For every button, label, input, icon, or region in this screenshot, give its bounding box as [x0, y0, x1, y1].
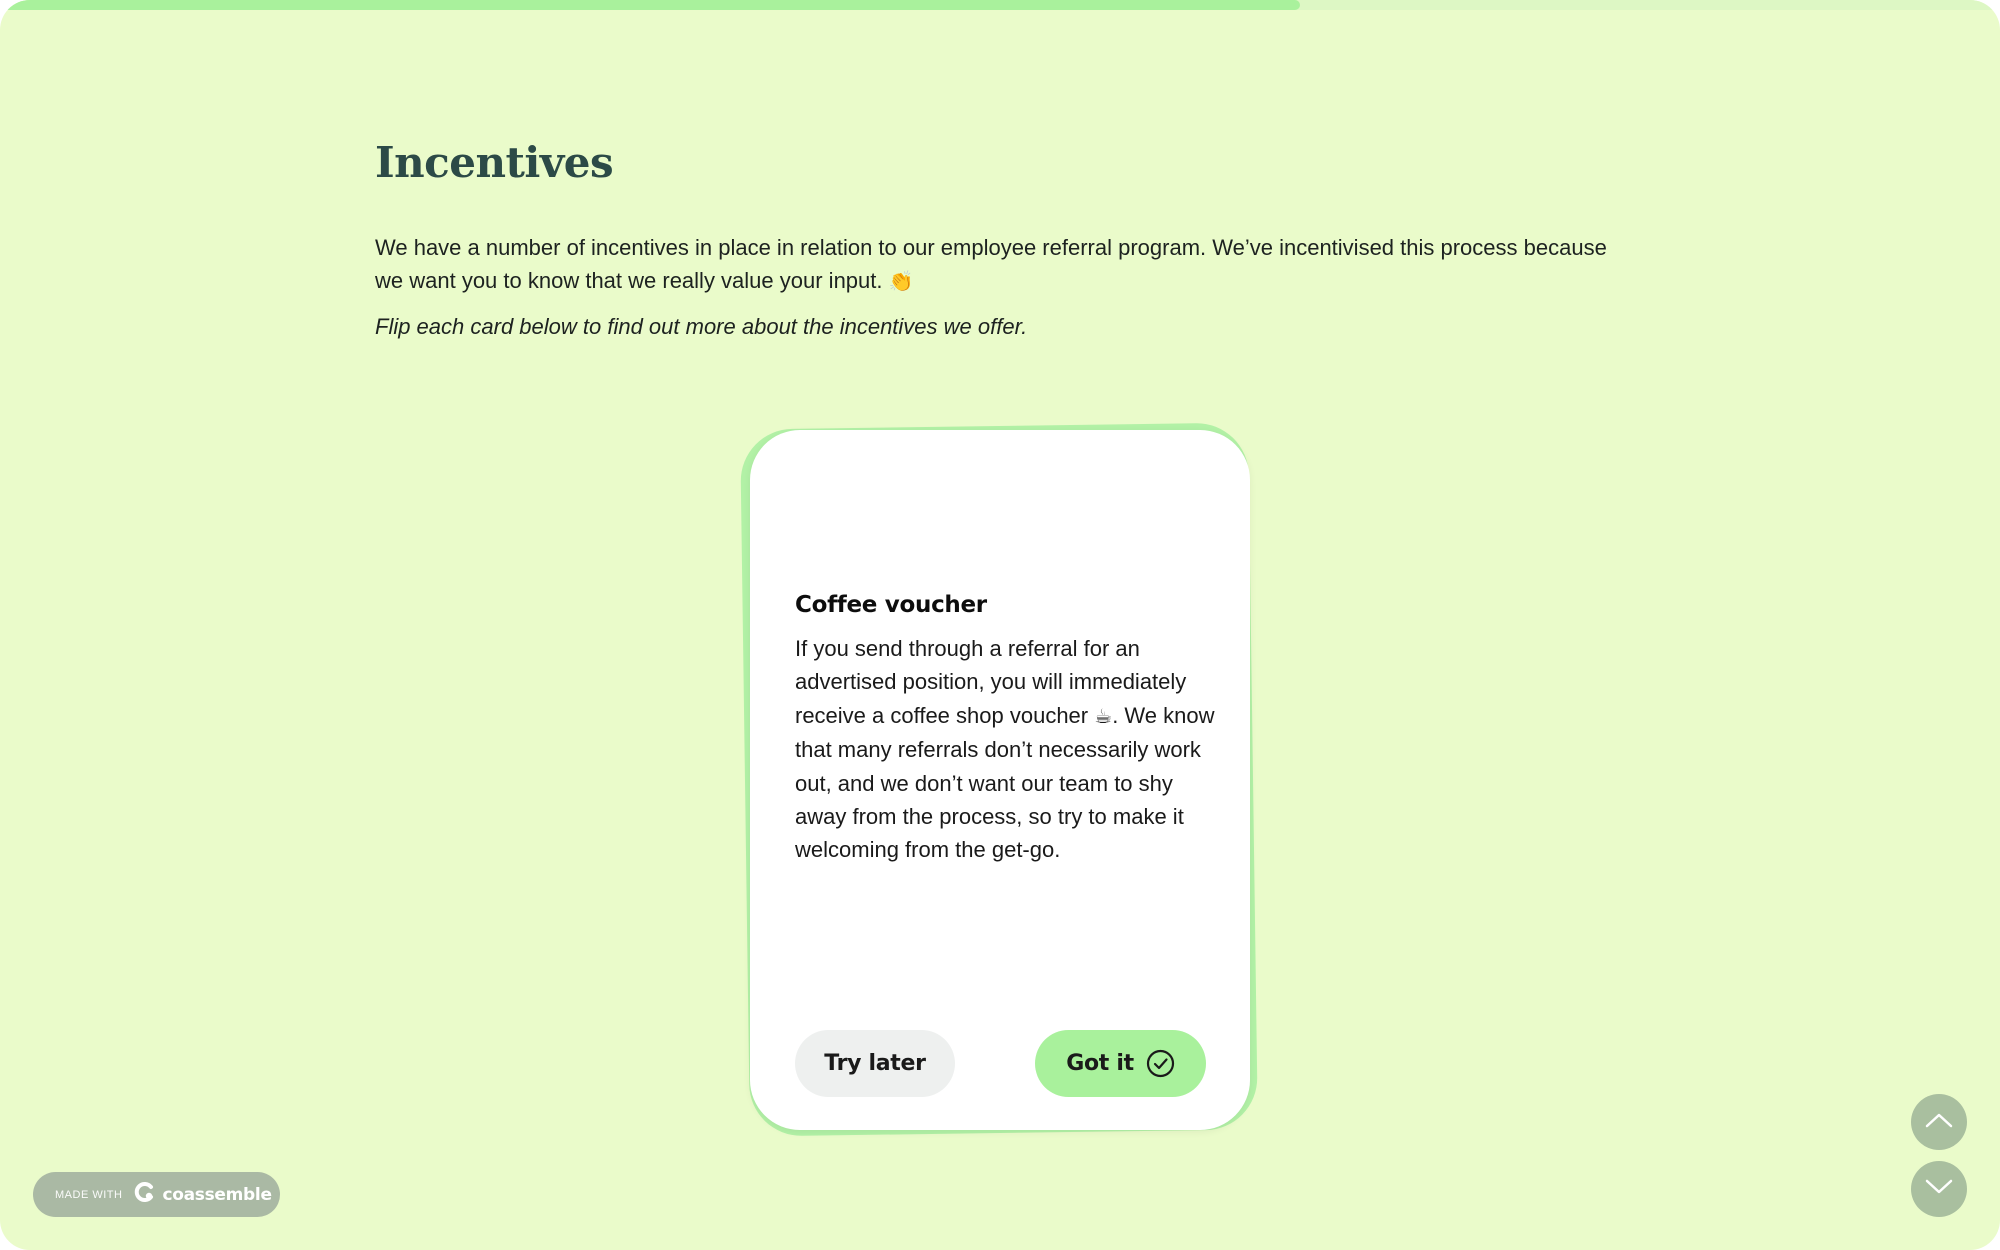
lesson-content: Incentives We have a number of incentive… — [375, 138, 1625, 343]
try-later-button[interactable]: Try later — [795, 1030, 955, 1097]
brand-logo: coassemble — [134, 1181, 272, 1208]
clap-emoji: 👏 — [888, 269, 914, 293]
intro-text-body: We have a number of incentives in place … — [375, 235, 1607, 293]
card-title: Coffee voucher — [795, 592, 987, 618]
made-with-label: MADE WITH — [55, 1188, 123, 1201]
coassemble-logo-icon — [134, 1181, 156, 1208]
chevron-down-icon — [1924, 1178, 1954, 1201]
coffee-emoji: ☕ — [1094, 703, 1113, 728]
previous-button[interactable] — [1911, 1094, 1967, 1150]
brand-name: coassemble — [162, 1184, 272, 1205]
progress-bar-fill — [0, 0, 1300, 10]
next-button[interactable] — [1911, 1161, 1967, 1217]
card-body: If you send through a referral for an ad… — [795, 632, 1215, 867]
intro-text: We have a number of incentives in place … — [375, 231, 1625, 298]
made-with-badge[interactable]: MADE WITH coassemble — [33, 1172, 280, 1217]
page-title: Incentives — [375, 138, 614, 187]
instruction-text: Flip each card below to find out more ab… — [375, 314, 1028, 339]
card-content: Coffee voucher If you send through a ref… — [795, 592, 1215, 867]
chevron-up-icon — [1924, 1111, 1954, 1134]
got-it-button[interactable]: Got it — [1035, 1030, 1206, 1097]
progress-bar — [0, 0, 2000, 10]
lesson-page: Incentives We have a number of incentive… — [0, 0, 2000, 1250]
check-circle-icon — [1146, 1049, 1175, 1078]
flip-card[interactable]: Coffee voucher If you send through a ref… — [750, 430, 1250, 1130]
got-it-label: Got it — [1066, 1051, 1134, 1076]
try-later-label: Try later — [824, 1051, 926, 1076]
